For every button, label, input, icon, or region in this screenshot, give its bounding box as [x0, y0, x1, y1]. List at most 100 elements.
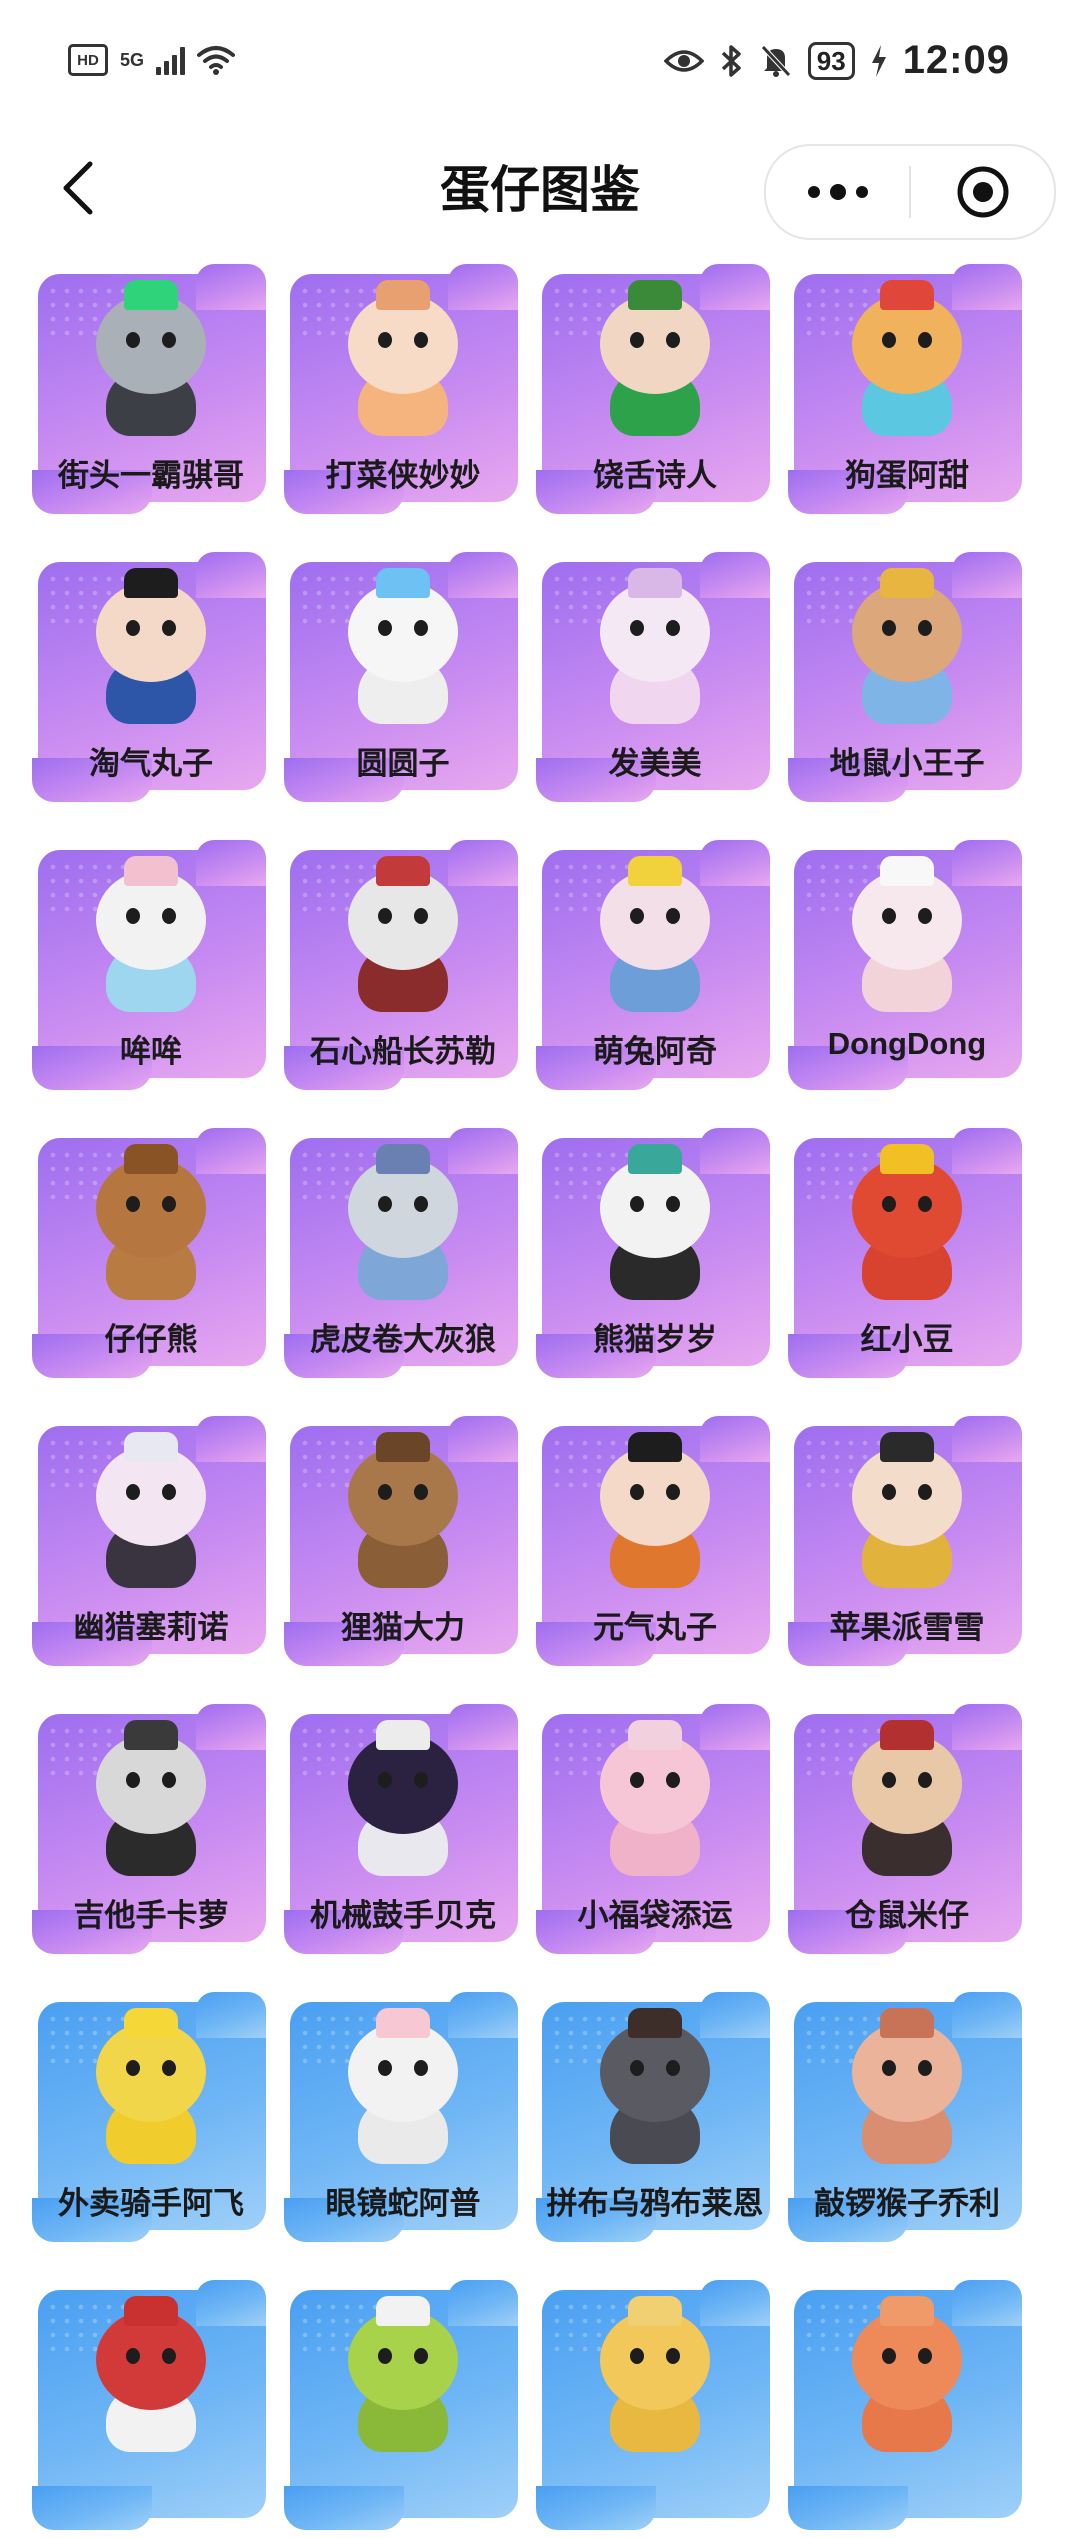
- character-image: [590, 1426, 720, 1596]
- character-name: 外卖骑手阿飞: [58, 2186, 244, 2221]
- character-card[interactable]: [280, 2280, 526, 2538]
- character-card[interactable]: [532, 2280, 778, 2538]
- character-name: 红小豆: [860, 1322, 954, 1357]
- character-image: [842, 2290, 972, 2460]
- character-card[interactable]: 狗蛋阿甜: [784, 264, 1030, 522]
- character-name: DongDong: [827, 1026, 987, 1061]
- character-card[interactable]: 地鼠小王子: [784, 552, 1030, 810]
- wifi-icon: [197, 46, 236, 75]
- character-name: 饶舌诗人: [593, 458, 717, 493]
- character-image: [842, 2002, 972, 2172]
- character-card[interactable]: 圆圆子: [280, 552, 526, 810]
- character-image: [338, 562, 468, 732]
- character-image: [86, 1714, 216, 1884]
- character-image: [842, 274, 972, 444]
- hd-icon: HD: [68, 44, 108, 76]
- character-name: 苹果派雪雪: [829, 1610, 985, 1645]
- character-image: [590, 2290, 720, 2460]
- status-bar: HD 5G 93 12:09: [0, 0, 1080, 130]
- character-name: 元气丸子: [593, 1610, 717, 1645]
- character-image: [842, 1714, 972, 1884]
- character-image: [842, 1138, 972, 1308]
- close-button[interactable]: [911, 146, 1054, 238]
- character-card[interactable]: 发美美: [532, 552, 778, 810]
- character-name: 萌兔阿奇: [593, 1034, 717, 1069]
- battery-indicator: 93: [807, 41, 855, 80]
- character-image: [590, 1138, 720, 1308]
- character-name: 虎皮卷大灰狼: [310, 1322, 496, 1357]
- character-card[interactable]: 狸猫大力: [280, 1416, 526, 1674]
- character-card[interactable]: 幽猎塞莉诺: [28, 1416, 274, 1674]
- character-image: [338, 1138, 468, 1308]
- character-image: [338, 850, 468, 1020]
- character-card[interactable]: 打菜侠妙妙: [280, 264, 526, 522]
- character-card[interactable]: 红小豆: [784, 1128, 1030, 1386]
- character-image: [842, 850, 972, 1020]
- character-card[interactable]: [28, 2280, 274, 2538]
- character-card[interactable]: 眼镜蛇阿普: [280, 1992, 526, 2250]
- character-card[interactable]: 苹果派雪雪: [784, 1416, 1030, 1674]
- character-image: [590, 2002, 720, 2172]
- character-card[interactable]: 熊猫岁岁: [532, 1128, 778, 1386]
- character-name: 仔仔熊: [104, 1322, 198, 1357]
- character-image: [86, 1426, 216, 1596]
- character-name: 机械鼓手贝克: [310, 1898, 496, 1933]
- character-card[interactable]: 机械鼓手贝克: [280, 1704, 526, 1962]
- character-grid: 街头一霸骐哥 打菜侠妙妙 饶舌诗人 狗蛋阿甜淘气丸子 圆圆子 发美美 地鼠小王子哞哞 石心船长…: [28, 264, 1052, 2538]
- more-dots-icon: [807, 184, 868, 200]
- character-card[interactable]: 石心船长苏勒: [280, 840, 526, 1098]
- character-image: [338, 2290, 468, 2460]
- character-name: 地鼠小王子: [829, 746, 985, 781]
- character-card[interactable]: 拼布乌鸦布莱恩: [532, 1992, 778, 2250]
- character-image: [86, 2002, 216, 2172]
- character-name: 拼布乌鸦布莱恩: [546, 2186, 764, 2221]
- character-name: 小福袋添运: [577, 1898, 733, 1933]
- character-image: [590, 562, 720, 732]
- character-name: 眼镜蛇阿普: [325, 2186, 481, 2221]
- character-card[interactable]: 元气丸子: [532, 1416, 778, 1674]
- navigation-bar: 蛋仔图鉴: [0, 130, 1080, 250]
- character-card[interactable]: 敲锣猴子乔利: [784, 1992, 1030, 2250]
- character-name: 打菜侠妙妙: [325, 458, 481, 493]
- character-card[interactable]: 虎皮卷大灰狼: [280, 1128, 526, 1386]
- character-card[interactable]: 小福袋添运: [532, 1704, 778, 1962]
- character-card[interactable]: DongDong: [784, 840, 1030, 1098]
- character-card[interactable]: 仓鼠米仔: [784, 1704, 1030, 1962]
- character-card[interactable]: 萌兔阿奇: [532, 840, 778, 1098]
- character-card[interactable]: 外卖骑手阿飞: [28, 1992, 274, 2250]
- character-name: 敲锣猴子乔利: [814, 2186, 1000, 2221]
- character-image: [86, 274, 216, 444]
- character-name: 哞哞: [120, 1034, 182, 1069]
- eye-icon: [663, 49, 704, 72]
- character-card[interactable]: [784, 2280, 1030, 2538]
- status-right: 93 12:09: [663, 38, 1010, 83]
- character-card[interactable]: 街头一霸骐哥: [28, 264, 274, 522]
- character-image: [590, 850, 720, 1020]
- character-card[interactable]: 仔仔熊: [28, 1128, 274, 1386]
- more-button[interactable]: [766, 146, 909, 238]
- status-left: HD 5G: [68, 44, 236, 76]
- signal-icon: [156, 45, 186, 75]
- mini-program-capsule: [764, 144, 1056, 240]
- character-image: [338, 1426, 468, 1596]
- network-type: 5G: [120, 50, 145, 70]
- character-card[interactable]: 饶舌诗人: [532, 264, 778, 522]
- character-name: 石心船长苏勒: [310, 1034, 496, 1069]
- character-name: 发美美: [608, 746, 702, 781]
- character-card[interactable]: 吉他手卡萝: [28, 1704, 274, 1962]
- character-image: [86, 850, 216, 1020]
- character-image: [86, 2290, 216, 2460]
- character-image: [842, 1426, 972, 1596]
- bell-off-icon: [760, 44, 791, 77]
- character-card[interactable]: 哞哞: [28, 840, 274, 1098]
- bluetooth-icon: [721, 44, 741, 77]
- character-name: 淘气丸子: [89, 746, 213, 781]
- character-name: 幽猎塞莉诺: [73, 1610, 229, 1645]
- character-name: 仓鼠米仔: [845, 1898, 969, 1933]
- character-card[interactable]: 淘气丸子: [28, 552, 274, 810]
- character-image: [86, 562, 216, 732]
- character-image: [590, 274, 720, 444]
- character-image: [338, 2002, 468, 2172]
- character-name: 圆圆子: [356, 746, 450, 781]
- character-name: 狗蛋阿甜: [845, 458, 969, 493]
